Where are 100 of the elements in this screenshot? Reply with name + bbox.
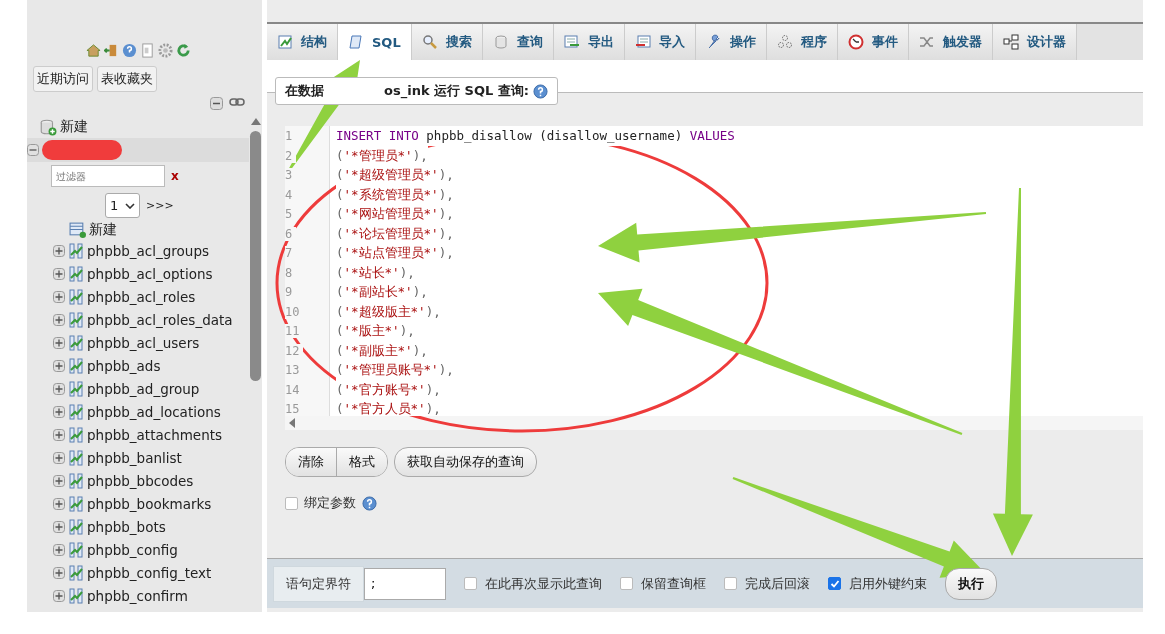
editor-button[interactable]: 清除 — [286, 448, 336, 476]
table-icon[interactable] — [68, 472, 84, 489]
expand-toggle[interactable] — [53, 451, 65, 464]
nav-button[interactable]: 表收藏夹 — [97, 66, 157, 92]
checkbox-label: 绑定参数 — [304, 494, 356, 512]
table-name[interactable]: phpbb_attachments — [87, 426, 223, 443]
document-icon[interactable] — [139, 42, 155, 58]
expand-toggle[interactable] — [53, 244, 65, 257]
help-icon[interactable] — [362, 495, 377, 511]
settings-icon[interactable] — [157, 42, 173, 58]
table-icon[interactable] — [68, 587, 84, 604]
new-database-icon[interactable] — [39, 117, 57, 136]
tab[interactable]: 程序 — [766, 24, 838, 60]
table-icon[interactable] — [68, 541, 84, 558]
checkbox[interactable] — [620, 577, 633, 590]
home-icon[interactable] — [85, 42, 101, 58]
table-name[interactable]: phpbb_acl_roles_data — [87, 311, 233, 328]
expand-toggle[interactable] — [53, 267, 65, 280]
expand-toggle[interactable] — [53, 474, 65, 487]
table-name[interactable]: phpbb_bots — [87, 518, 166, 535]
collapse-toggle[interactable] — [27, 144, 39, 156]
table-icon[interactable] — [68, 288, 84, 305]
table-icon[interactable] — [68, 449, 84, 466]
checkbox[interactable] — [285, 496, 298, 510]
tab[interactable]: 结构 — [267, 24, 338, 60]
tab[interactable]: SQL — [338, 24, 412, 60]
table-name[interactable]: phpbb_bbcodes — [87, 472, 194, 489]
expand-toggle[interactable] — [53, 428, 65, 441]
tab[interactable]: 事件 — [837, 24, 909, 60]
tree-item[interactable]: 新建 — [89, 220, 117, 239]
expand-toggle[interactable] — [53, 405, 65, 418]
door-icon[interactable] — [103, 42, 119, 58]
tab[interactable]: 触发器 — [908, 24, 993, 60]
table-icon[interactable] — [68, 242, 84, 259]
table-name[interactable]: phpbb_acl_roles — [87, 288, 196, 305]
table-name[interactable]: phpbb_config_text — [87, 564, 212, 581]
table-icon[interactable] — [68, 380, 84, 397]
table-icon[interactable] — [68, 265, 84, 282]
table-icon[interactable] — [68, 518, 84, 535]
page-select[interactable]: 1 — [105, 193, 140, 218]
tab[interactable]: 导入 — [624, 24, 696, 60]
tab[interactable]: 导出 — [553, 24, 625, 60]
table-icon[interactable] — [68, 495, 84, 512]
expand-toggle[interactable] — [53, 290, 65, 303]
autosave-button[interactable]: 获取自动保存的查询 — [394, 447, 537, 477]
table-name[interactable]: phpbb_ad_locations — [87, 403, 221, 420]
search-icon — [421, 34, 438, 50]
expand-toggle[interactable] — [53, 336, 65, 349]
checkbox-label: 完成后回滚 — [745, 574, 810, 593]
checkbox[interactable] — [464, 577, 477, 590]
tab[interactable]: 搜索 — [411, 24, 483, 60]
go-button[interactable]: 执行 — [945, 567, 997, 600]
reload-icon[interactable] — [175, 42, 191, 58]
next-page-link[interactable]: >>> — [146, 199, 174, 212]
expand-toggle[interactable] — [53, 497, 65, 510]
table-icon[interactable] — [68, 564, 84, 581]
expand-toggle[interactable] — [53, 589, 65, 602]
help-icon[interactable] — [533, 83, 548, 99]
export-icon — [563, 34, 580, 50]
checkbox[interactable] — [828, 577, 841, 590]
table-icon[interactable] — [68, 311, 84, 328]
expand-toggle[interactable] — [53, 382, 65, 395]
table-name[interactable]: phpbb_banlist — [87, 449, 182, 466]
clear-link[interactable]: x — [171, 169, 179, 183]
table-name[interactable]: phpbb_confirm — [87, 587, 188, 604]
table-icon[interactable] — [68, 334, 84, 351]
expand-toggle[interactable] — [53, 359, 65, 372]
table-name[interactable]: phpbb_config — [87, 541, 178, 558]
table-icon[interactable] — [68, 403, 84, 420]
table-name[interactable]: phpbb_ad_group — [87, 380, 200, 397]
collapse-all-icon[interactable] — [210, 97, 226, 111]
table-name[interactable]: phpbb_acl_groups — [87, 242, 210, 259]
tab[interactable]: 查询 — [482, 24, 554, 60]
expand-toggle[interactable] — [53, 566, 65, 579]
checkbox[interactable] — [724, 577, 737, 590]
expand-toggle[interactable] — [53, 520, 65, 533]
table-icon[interactable] — [68, 426, 84, 443]
table-name[interactable]: phpbb_acl_users — [87, 334, 200, 351]
tree-item[interactable]: 新建 — [60, 117, 88, 136]
tab[interactable]: 操作 — [695, 24, 767, 60]
import-icon — [634, 34, 651, 50]
checkbox-label: 在此再次显示此查询 — [485, 574, 602, 593]
scroll-icon — [348, 34, 364, 50]
sql-editor[interactable] — [285, 126, 1143, 430]
editor-button[interactable]: 格式 — [336, 448, 387, 476]
nav-button[interactable]: 近期访问 — [33, 66, 93, 92]
filter-field[interactable]: 过滤器 — [51, 165, 165, 187]
help-icon[interactable] — [121, 42, 137, 58]
link-icon[interactable] — [229, 97, 245, 107]
table-icon[interactable] — [68, 357, 84, 374]
line-number: 2 — [285, 148, 297, 163]
delimiter-field[interactable]: ; — [364, 567, 446, 600]
tab[interactable]: 设计器 — [992, 24, 1077, 60]
table-name[interactable]: phpbb_acl_options — [87, 265, 213, 282]
table-name[interactable]: phpbb_ads — [87, 357, 161, 374]
expand-toggle[interactable] — [53, 543, 65, 556]
expand-toggle[interactable] — [53, 313, 65, 326]
table-name[interactable]: phpbb_bookmarks — [87, 495, 212, 512]
new-table-icon[interactable] — [69, 221, 86, 238]
checkbox-label: 保留查询框 — [641, 574, 706, 593]
